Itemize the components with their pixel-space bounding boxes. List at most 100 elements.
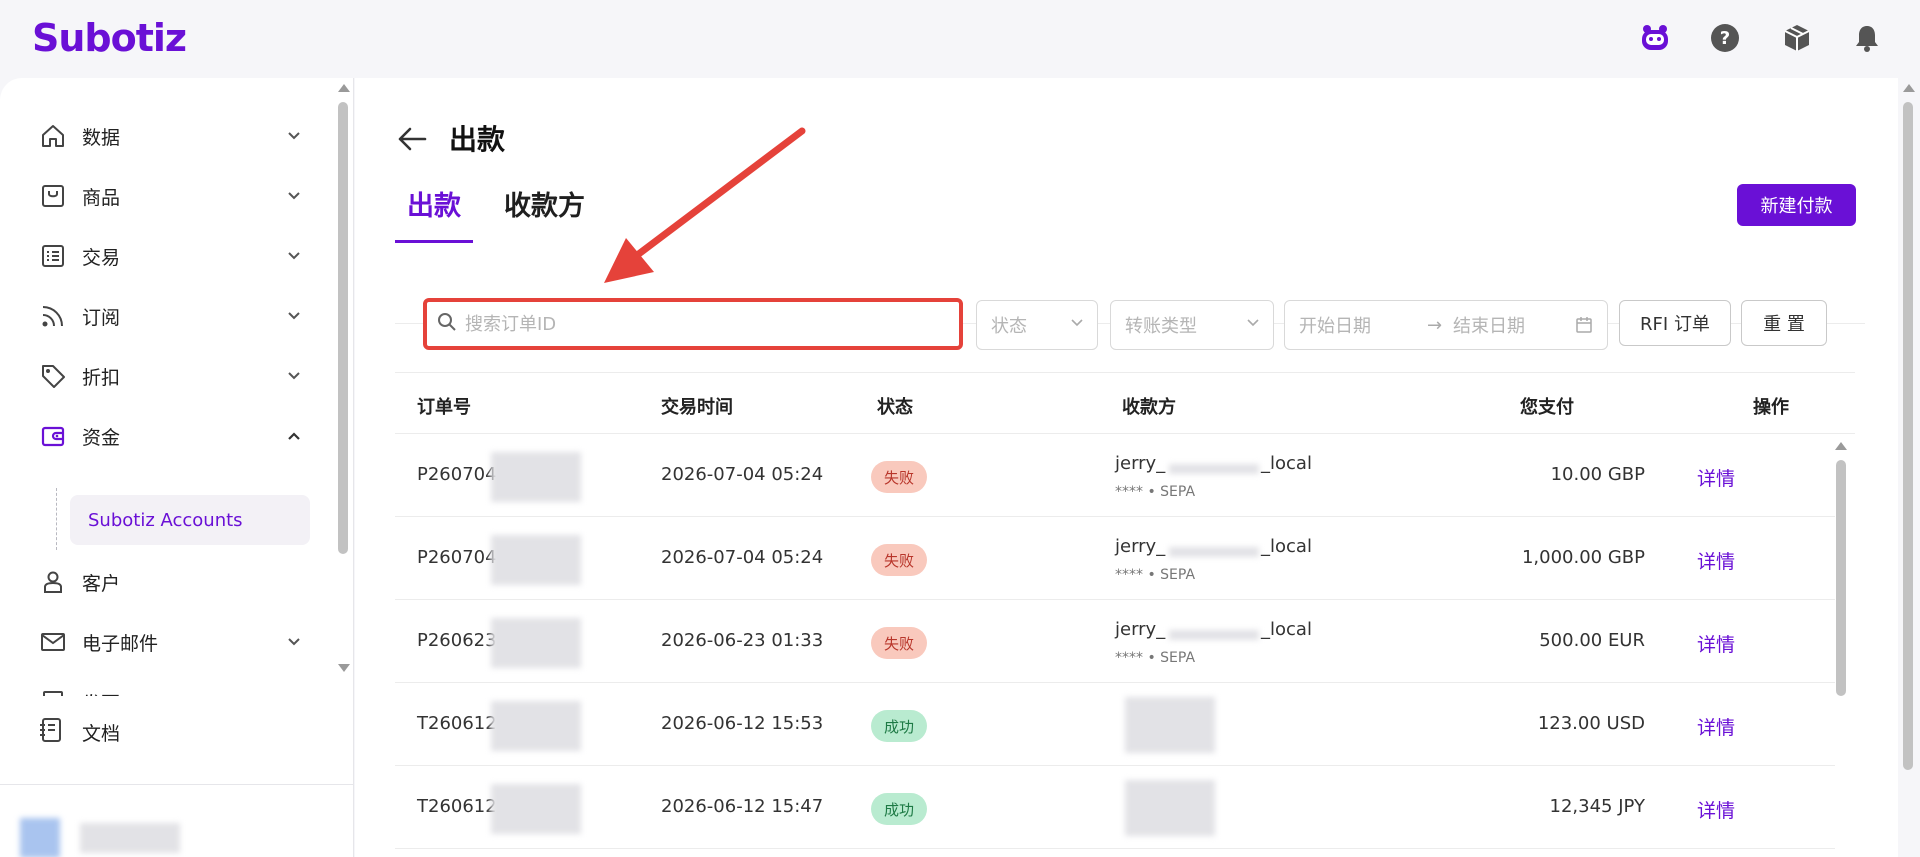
start-date-input[interactable]: 开始日期 [1299, 312, 1371, 338]
chevron-down-icon [282, 244, 306, 268]
invoice-icon [38, 687, 68, 696]
search-box[interactable] [423, 298, 963, 350]
table-row[interactable]: P260704 2026-07-04 05:24 失败 jerry_ _loca… [395, 434, 1835, 517]
transaction-time: 2026-06-12 15:47 [661, 796, 824, 817]
sidebar-item-label: 商品 [82, 186, 121, 209]
table-scrollbar[interactable] [1833, 436, 1849, 857]
account-avatar[interactable] [20, 818, 60, 857]
transfer-type-placeholder: 转账类型 [1125, 316, 1197, 337]
chevron-down-icon [282, 124, 306, 148]
payee-name-prefix: jerry_ [1115, 619, 1166, 640]
chevron-down-icon [282, 184, 306, 208]
sidebar: 数据 商品 交易 订阅 折扣 资金 Subotiz Accounts 客户 电子… [0, 78, 354, 857]
page-scrollbar[interactable] [1898, 78, 1920, 857]
subotiz-logo[interactable]: Subotiz [32, 16, 187, 60]
details-link[interactable]: 详情 [1697, 464, 1735, 491]
page-scroll-thumb[interactable] [1903, 102, 1913, 770]
redacted-block [491, 618, 581, 668]
sidebar-item-label: 订阅 [82, 306, 121, 329]
sidebar-scrollbar[interactable] [334, 78, 352, 678]
top-bar: Subotiz ? [0, 0, 1920, 78]
table-row[interactable]: P260623 2026-06-23 01:33 失败 jerry_ _loca… [395, 600, 1835, 683]
details-link[interactable]: 详情 [1697, 547, 1735, 574]
account-name-redacted [80, 823, 180, 853]
tree-line [56, 488, 57, 550]
table-row[interactable]: T260612- 2026-06-12 15:53 成功 123.00 USD … [395, 683, 1835, 766]
details-link[interactable]: 详情 [1697, 713, 1735, 740]
sidebar-item-docs[interactable]: 文档 [38, 708, 120, 756]
back-arrow-icon[interactable] [395, 122, 429, 156]
reset-button[interactable]: 重 置 [1741, 300, 1827, 346]
rfi-orders-button[interactable]: RFI 订单 [1619, 300, 1731, 346]
transaction-time: 2026-06-12 15:53 [661, 713, 824, 734]
date-range-picker[interactable]: 开始日期 → 结束日期 [1284, 300, 1608, 350]
user-icon [38, 567, 68, 597]
sidebar-item-discounts[interactable]: 折扣 [38, 352, 306, 400]
sidebar-item-data[interactable]: 数据 [38, 112, 306, 160]
col-status: 状态 [877, 397, 913, 418]
sidebar-item-invoices[interactable]: 发票 [38, 678, 306, 696]
status-select[interactable]: 状态 [976, 300, 1098, 350]
end-date-input[interactable]: 结束日期 [1453, 312, 1525, 338]
help-icon[interactable]: ? [1707, 20, 1743, 56]
rss-icon [38, 301, 68, 331]
table-row[interactable]: T260612- 2026-06-12 15:47 成功 12,345 JPY … [395, 766, 1835, 849]
assistant-icon[interactable] [1637, 20, 1673, 56]
scroll-up-arrow-icon[interactable] [338, 84, 350, 92]
page-title: 出款 [449, 123, 506, 156]
sidebar-item-email[interactable]: 电子邮件 [38, 618, 306, 666]
amount: 123.00 USD [1537, 713, 1645, 734]
col-actions: 操作 [1753, 397, 1789, 418]
payee-account: **** • SEPA [1115, 484, 1196, 500]
tab-payouts[interactable]: 出款 [395, 184, 473, 243]
order-id: P260623 [417, 630, 497, 651]
status-badge: 成功 [871, 793, 927, 825]
scroll-up-arrow-icon[interactable] [1903, 84, 1915, 92]
search-input[interactable] [465, 313, 935, 335]
sidebar-item-subscriptions[interactable]: 订阅 [38, 292, 306, 340]
transaction-time: 2026-07-04 05:24 [661, 547, 824, 568]
new-payment-button[interactable]: 新建付款 [1737, 184, 1856, 226]
col-time: 交易时间 [661, 397, 733, 418]
sidebar-item-label: 资金 [82, 426, 121, 449]
amount: 1,000.00 GBP [1521, 547, 1645, 568]
transaction-time: 2026-07-04 05:24 [661, 464, 824, 485]
sidebar-item-products[interactable]: 商品 [38, 172, 306, 220]
table-row[interactable]: P260704 2026-07-04 05:24 失败 jerry_ _loca… [395, 517, 1835, 600]
chevron-down-icon [282, 304, 306, 328]
sidebar-divider [0, 784, 354, 785]
details-link[interactable]: 详情 [1697, 630, 1735, 657]
sidebar-nav: 数据 商品 交易 订阅 折扣 资金 Subotiz Accounts 客户 电子… [0, 98, 334, 696]
redacted-block [491, 535, 581, 585]
tab-payees[interactable]: 收款方 [504, 184, 585, 243]
filter-bar: 状态 转账类型 开始日期 → 结束日期 RFI 订单 重 置 [423, 298, 1863, 350]
col-you-pay: 您支付 [1520, 397, 1574, 418]
status-placeholder: 状态 [991, 316, 1027, 337]
sidebar-subitem-subotiz-accounts[interactable]: Subotiz Accounts [70, 495, 310, 545]
sidebar-item-label: 客户 [82, 572, 121, 595]
transfer-type-select[interactable]: 转账类型 [1110, 300, 1274, 350]
sidebar-item-customers[interactable]: 客户 [38, 558, 306, 606]
sidebar-item-transactions[interactable]: 交易 [38, 232, 306, 280]
details-link[interactable]: 详情 [1697, 796, 1735, 823]
amount: 10.00 GBP [1550, 464, 1645, 485]
table-header: 订单号 交易时间 状态 收款方 您支付 操作 [395, 372, 1855, 434]
package-icon[interactable] [1779, 20, 1815, 56]
sidebar-scroll-thumb[interactable] [338, 102, 348, 554]
scroll-up-arrow-icon[interactable] [1835, 442, 1847, 450]
payee-name-suffix: _local [1261, 536, 1312, 557]
wallet-icon [38, 421, 68, 451]
chevron-up-icon [282, 424, 306, 448]
sidebar-item-funds[interactable]: 资金 [38, 412, 306, 460]
chevron-down-icon [282, 690, 306, 696]
payee-name-suffix: _local [1261, 619, 1312, 640]
home-icon [38, 121, 68, 151]
col-order-id: 订单号 [417, 397, 471, 418]
date-range-arrow: → [1427, 314, 1443, 336]
payee-name-prefix: jerry_ [1115, 453, 1166, 474]
scroll-down-arrow-icon[interactable] [338, 664, 350, 672]
status-badge: 失败 [871, 627, 927, 659]
table-scroll-thumb[interactable] [1836, 460, 1846, 696]
bell-icon[interactable] [1849, 20, 1885, 56]
main-panel: 出款 出款 收款方 新建付款 状态 转账类型 开始日期 → 结束日期 [355, 78, 1898, 857]
